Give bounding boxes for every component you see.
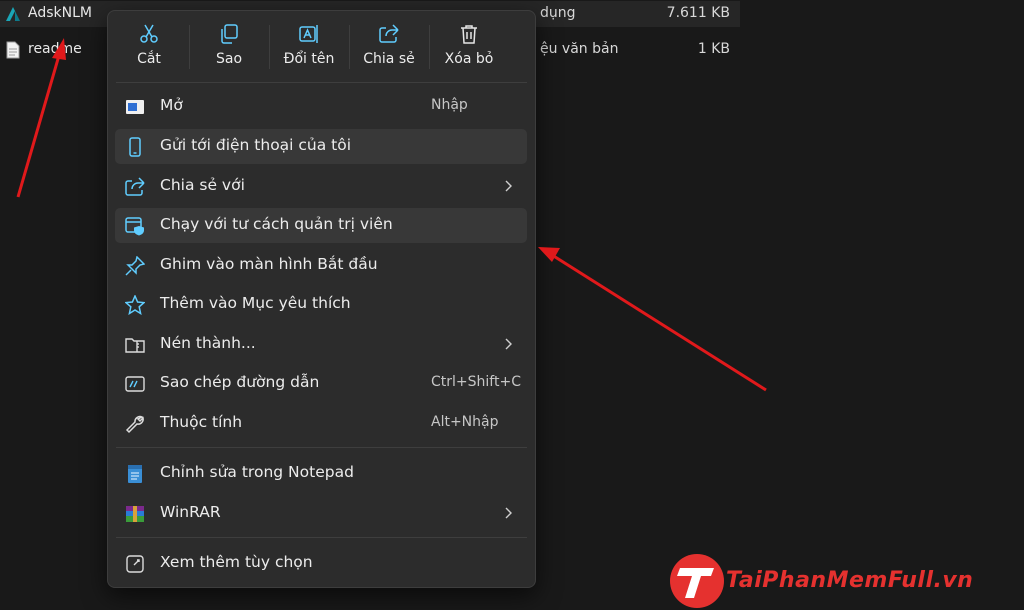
arrow-annotation-left — [16, 38, 66, 198]
arrow-annotation-right — [538, 247, 767, 392]
annotation-arrows — [16, 38, 767, 392]
watermark: TaiPhanMemFull.vn — [666, 552, 1024, 610]
watermark-logo-icon — [670, 554, 724, 608]
watermark-text: TaiPhanMemFull.vn — [726, 568, 974, 593]
